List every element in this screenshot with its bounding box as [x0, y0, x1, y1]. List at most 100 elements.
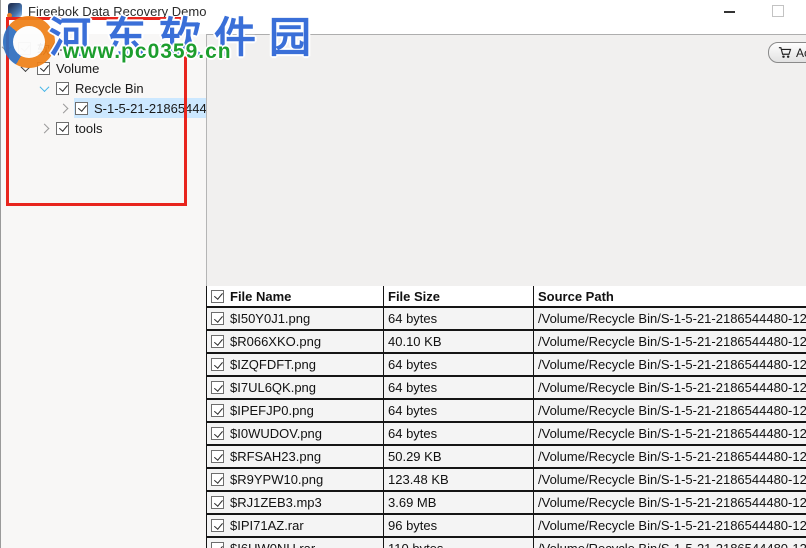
- table-row[interactable]: $IZQFDFT.png 64 bytes/Volume/Recycle Bin/…: [207, 354, 806, 377]
- table-row[interactable]: $I7UL6QK.png 64 bytes/Volume/Recycle Bin/…: [207, 377, 806, 400]
- tree-checkbox[interactable]: [56, 81, 69, 95]
- table-row[interactable]: $I0WUDOV.png 64 bytes/Volume/Recycle Bin/…: [207, 423, 806, 446]
- maximize-button[interactable]: [772, 5, 784, 17]
- row-checkbox[interactable]: [211, 519, 224, 532]
- cell-file-size: 64 bytes: [384, 377, 534, 398]
- file-name: $I50Y0J1.png: [230, 311, 311, 326]
- cell-file-name: $I6UW0NU.rar: [207, 538, 384, 548]
- header-cell-file-size[interactable]: File Size: [384, 286, 534, 306]
- file-name: $RJ1ZEB3.mp3: [230, 495, 322, 510]
- cell-file-size: 96 bytes: [384, 515, 534, 536]
- chevron-down-icon[interactable]: [39, 81, 50, 92]
- header-label: Source Path: [538, 288, 614, 304]
- cell-file-size: 3.69 MB: [384, 492, 534, 513]
- table-body: $I50Y0J1.png 64 bytes/Volume/Recycle Bin/…: [207, 308, 806, 548]
- file-name: $I6UW0NU.rar: [230, 541, 315, 548]
- file-name: $IPEFJP0.png: [230, 403, 314, 418]
- cell-file-name: $RJ1ZEB3.mp3: [207, 492, 384, 513]
- tree-node[interactable]: Recycle Bin: [55, 78, 206, 98]
- minimize-button[interactable]: [724, 11, 735, 13]
- cell-file-name: $R066XKO.png: [207, 331, 384, 352]
- table-row[interactable]: $I6UW0NU.rar 110 bytes/Volume/Recycle Bin…: [207, 538, 806, 548]
- cell-source-path: /Volume/Recycle Bin/S-1-5-21-2186544480-…: [538, 518, 806, 533]
- file-name: $R066XKO.png: [230, 334, 322, 349]
- cell-file-name: $I7UL6QK.png: [207, 377, 384, 398]
- row-checkbox[interactable]: [211, 496, 224, 509]
- row-checkbox[interactable]: [211, 427, 224, 440]
- cell-source-path: /Volume/Recycle Bin/S-1-5-21-2186544480-…: [538, 472, 806, 487]
- file-table: File Name File Size Source Path $I50Y0J1…: [206, 286, 806, 548]
- cell-file-name: $IZQFDFT.png: [207, 354, 384, 375]
- cell-source-path: /Volume/Recycle Bin/S-1-5-21-2186544480-…: [538, 495, 806, 510]
- table-row[interactable]: $RFSAH23.png 50.29 KB/Volume/Recycle Bin/…: [207, 446, 806, 469]
- row-checkbox[interactable]: [211, 450, 224, 463]
- tree-item[interactable]: Recycle Bin: [1, 78, 206, 98]
- tree-item-label: S-1-5-21-21865444: [94, 100, 206, 116]
- cell-file-size: 64 bytes: [384, 354, 534, 375]
- cell-source-path: /Volume/Recycle Bin/S-1-5-21-2186544480-…: [538, 334, 806, 349]
- cell-source-path: /Volume/Recycle Bin/S-1-5-21-2186544480-…: [538, 426, 806, 441]
- cell-source-path: /Volume/Recycle Bin/S-1-5-21-2186544480-…: [538, 403, 806, 418]
- watermark-site-url: www.pc0359.cn: [63, 40, 232, 63]
- cell-file-name: $I0WUDOV.png: [207, 423, 384, 444]
- cell-file-size: 123.48 KB: [384, 469, 534, 490]
- cell-file-size: 40.10 KB: [384, 331, 534, 352]
- header-cell-source-path[interactable]: Source Path: [534, 286, 806, 306]
- table-header-row: File Name File Size Source Path: [207, 286, 806, 308]
- cell-source-path: /Volume/Recycle Bin/S-1-5-21-2186544480-…: [538, 380, 806, 395]
- file-name: $I7UL6QK.png: [230, 380, 317, 395]
- cell-file-name: $I50Y0J1.png: [207, 308, 384, 329]
- tree-item-label: tools: [75, 120, 103, 136]
- row-checkbox[interactable]: [211, 358, 224, 371]
- cell-source-path: /Volume/Recycle Bin/S-1-5-21-2186544480-…: [538, 311, 806, 326]
- file-name: $I0WUDOV.png: [230, 426, 323, 441]
- file-name: $IZQFDFT.png: [230, 357, 316, 372]
- file-name: $IPI71AZ.rar: [230, 518, 304, 533]
- tree-item[interactable]: S-1-5-21-21865444: [1, 98, 206, 118]
- tree-checkbox[interactable]: [75, 101, 88, 115]
- header-cell-file-name[interactable]: File Name: [207, 286, 384, 306]
- select-all-checkbox[interactable]: [211, 289, 224, 303]
- cell-source-path: /Volume/Recycle Bin/S-1-5-21-2186544480-…: [534, 538, 806, 548]
- app-window: Fireebok Data Recovery Demo 软件VolumeRecy…: [0, 0, 806, 548]
- tree-node[interactable]: tools: [55, 118, 206, 138]
- table-row[interactable]: $R066XKO.png 40.10 KB/Volume/Recycle Bin/…: [207, 331, 806, 354]
- table-row[interactable]: $RJ1ZEB3.mp3 3.69 MB/Volume/Recycle Bin/S…: [207, 492, 806, 515]
- row-checkbox[interactable]: [211, 542, 224, 548]
- tree-checkbox[interactable]: [56, 121, 69, 135]
- cell-file-name: $IPEFJP0.png: [207, 400, 384, 421]
- cell-source-path: /Volume/Recycle Bin/S-1-5-21-2186544480-…: [538, 449, 806, 464]
- row-checkbox[interactable]: [211, 473, 224, 486]
- chevron-right-icon[interactable]: [58, 103, 69, 113]
- header-label: File Name: [230, 288, 292, 304]
- row-checkbox[interactable]: [211, 312, 224, 325]
- shopping-cart-icon: [778, 47, 792, 58]
- header-label: File Size: [388, 288, 441, 304]
- cell-file-size: 110 bytes: [384, 538, 534, 548]
- cell-file-size: 64 bytes: [384, 400, 534, 421]
- cell-source-path: /Volume/Recycle Bin/S-1-5-21-2186544480-…: [538, 357, 806, 372]
- chevron-right-icon[interactable]: [39, 123, 50, 133]
- cell-file-name: $RFSAH23.png: [207, 446, 384, 467]
- tree-node[interactable]: S-1-5-21-21865444: [74, 98, 206, 118]
- file-name: $RFSAH23.png: [230, 449, 322, 464]
- row-checkbox[interactable]: [211, 404, 224, 417]
- row-checkbox[interactable]: [211, 381, 224, 394]
- file-name: $R9YPW10.png: [230, 472, 324, 487]
- activate-button-label: Ac: [796, 45, 806, 60]
- row-checkbox[interactable]: [211, 335, 224, 348]
- table-row[interactable]: $IPEFJP0.png 64 bytes/Volume/Recycle Bin/…: [207, 400, 806, 423]
- table-row[interactable]: $IPI71AZ.rar 96 bytes/Volume/Recycle Bin/…: [207, 515, 806, 538]
- tree-item[interactable]: tools: [1, 118, 206, 138]
- app-icon: [7, 3, 22, 18]
- table-row[interactable]: $I50Y0J1.png 64 bytes/Volume/Recycle Bin/…: [207, 308, 806, 331]
- cell-file-name: $IPI71AZ.rar: [207, 515, 384, 536]
- folder-tree-panel: 软件VolumeRecycle BinS-1-5-21-21865444tool…: [1, 34, 206, 548]
- cell-file-size: 50.29 KB: [384, 446, 534, 467]
- activate-button[interactable]: Ac: [768, 42, 806, 63]
- cell-file-size: 64 bytes: [384, 423, 534, 444]
- table-row[interactable]: $R9YPW10.png 123.48 KB/Volume/Recycle Bin…: [207, 469, 806, 492]
- tree-item-label: Recycle Bin: [75, 80, 144, 96]
- cell-file-size: 64 bytes: [384, 308, 534, 329]
- watermark-logo: [3, 16, 55, 68]
